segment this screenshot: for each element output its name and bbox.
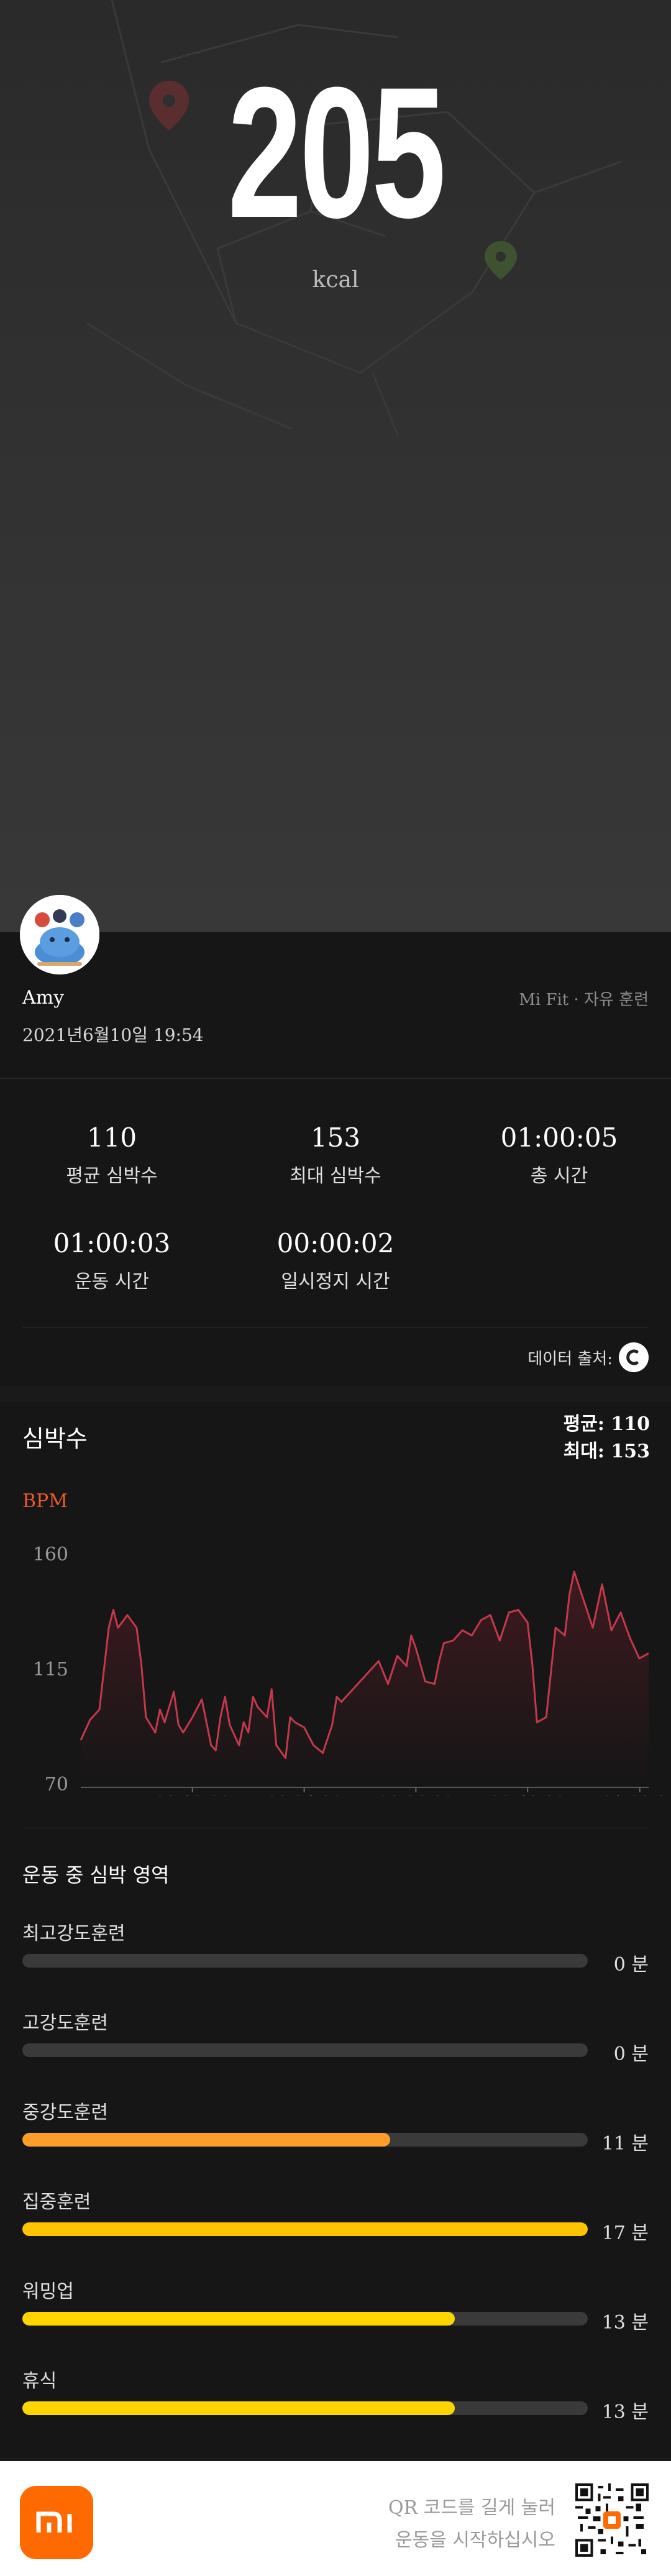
stat-value: 01:00:03 (53, 1228, 171, 1258)
x-tick-label: 00:24:00 (267, 1794, 342, 1796)
stat-value: 110 (86, 1122, 137, 1153)
x-tick-label: 00:48:00 (490, 1794, 565, 1796)
heart-rate-avg: 평균: 110 (563, 1413, 650, 1435)
zone-progress-fill (22, 2312, 455, 2326)
stat-label: 총 시간 (530, 1165, 588, 1187)
stat-label: 운동 시간 (75, 1271, 149, 1293)
zone-value: 11 분 (601, 2133, 649, 2155)
zone-value: 13 분 (601, 2312, 649, 2334)
y-tick-label: 115 (33, 1659, 68, 1680)
zone-name: 휴식 (22, 2370, 57, 2392)
qr-code-icon[interactable] (575, 2483, 649, 2557)
footer-instructions: QR 코드를 길게 눌러 운동을 시작하십시오 (388, 2492, 555, 2557)
stat-value: 00:00:02 (276, 1228, 395, 1258)
heart-rate-chart: 70 115 160 00:12:00 00:24:00 00:36:00 00:48:0… (33, 1544, 671, 1796)
zone-name: 집중훈련 (22, 2191, 91, 2213)
zone-name: 최고강도훈련 (22, 1923, 126, 1945)
stat-value: 01:00:05 (500, 1122, 618, 1153)
zone-progress-track (22, 1954, 588, 1968)
zone-progress-track (22, 2222, 588, 2236)
mi-logo-icon[interactable] (20, 2486, 93, 2559)
stat-label: 최대 심박수 (290, 1165, 381, 1187)
heart-rate-title: 심박수 (22, 1425, 88, 1452)
heart-rate-max: 최대: 153 (563, 1441, 650, 1462)
user-name: Amy (22, 987, 65, 1009)
zone-row: 고강도훈련 0 분 (22, 2007, 649, 2070)
zone-progress-fill (22, 2133, 390, 2147)
zones-title: 운동 중 심박 영역 (22, 1863, 170, 1887)
calories-unit: kcal (312, 267, 359, 293)
hero-section: 205 kcal (0, 0, 671, 932)
app-logo-icon[interactable] (619, 1342, 649, 1372)
divider (22, 1327, 649, 1328)
zone-progress-fill (22, 2222, 588, 2236)
calories-value: 205 (227, 48, 446, 257)
zone-row: 워밍업 13 분 (22, 2276, 649, 2338)
stat-label: 평균 심박수 (66, 1165, 158, 1187)
heart-rate-section: 심박수 평균: 110 최대: 153 BPM 70 115 160 00:12:0… (0, 1402, 671, 2457)
x-tick-label: 00:12:00 (155, 1794, 230, 1796)
stat-avg-hr: 110 평균 심박수 (0, 1122, 224, 1188)
zone-progress-track (22, 2133, 588, 2147)
stat-total-time: 01:00:05 총 시간 (447, 1122, 671, 1188)
stat-max-hr: 153 최대 심박수 (224, 1122, 447, 1188)
zone-row: 최고강도훈련 0 분 (22, 1918, 649, 1980)
zone-name: 중강도훈련 (22, 2102, 108, 2124)
workout-source: Mi Fit · 자유 훈련 (519, 991, 649, 1009)
avatar[interactable] (20, 895, 99, 974)
zone-row: 집중훈련 17 분 (22, 2186, 649, 2248)
zone-name: 워밍업 (22, 2281, 74, 2303)
bpm-unit-label: BPM (22, 1490, 68, 1512)
zone-value: 17 분 (601, 2222, 649, 2244)
footer-line-1: QR 코드를 길게 눌러 (388, 2497, 555, 2519)
zone-progress-track (22, 2043, 588, 2057)
zone-row: 휴식 13 분 (22, 2365, 649, 2427)
stat-pause-time: 00:00:02 일시정지 시간 (224, 1228, 447, 1293)
data-source-label: 데이터 출처: (527, 1349, 613, 1368)
x-tick-label: 00:36:00 (378, 1794, 454, 1796)
workout-datetime: 2021년6월10일 19:54 (22, 1025, 204, 1045)
profile-section: Amy Mi Fit · 자유 훈련 2021년6월10일 19:54 (0, 895, 671, 1079)
zone-name: 고강도훈련 (22, 2012, 108, 2034)
data-source-row: 데이터 출처: (527, 1342, 649, 1372)
y-tick-label: 70 (45, 1774, 68, 1795)
zone-progress-track (22, 2401, 588, 2415)
y-tick-label: 160 (33, 1544, 68, 1565)
footer: QR 코드를 길게 눌러 운동을 시작하십시오 (0, 2461, 671, 2576)
zone-progress-fill (22, 2401, 455, 2415)
zone-value: 0 분 (613, 1954, 649, 1976)
footer-line-2: 운동을 시작하십시오 (395, 2529, 555, 2551)
stat-exercise-time: 01:00:03 운동 시간 (0, 1228, 224, 1293)
zone-row: 중강도훈련 11 분 (22, 2097, 649, 2159)
x-tick-label: 01:00:03 (602, 1794, 671, 1796)
stat-value: 153 (310, 1122, 361, 1153)
zone-value: 13 분 (601, 2401, 649, 2423)
zone-value: 0 분 (613, 2043, 649, 2065)
heart-rate-summary: 평균: 110 최대: 153 (564, 1411, 650, 1465)
stat-label: 일시정지 시간 (281, 1271, 390, 1293)
stats-section: 110 평균 심박수 153 최대 심박수 01:00:05 총 시간 01:0… (0, 1079, 671, 1386)
zone-progress-track (22, 2312, 588, 2326)
